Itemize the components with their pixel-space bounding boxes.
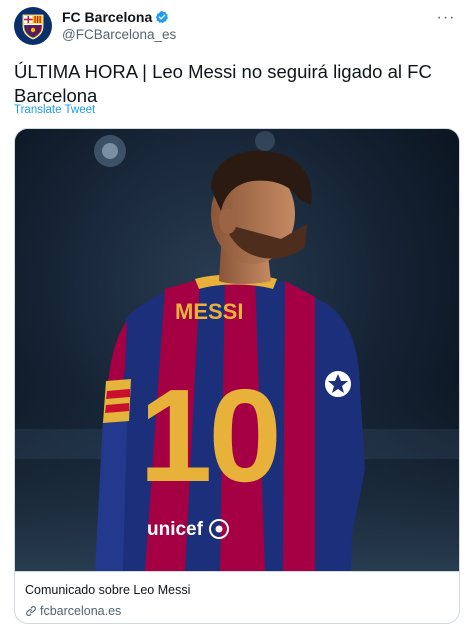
tweet-text: ÚLTIMA HORA | Leo Messi no seguirá ligad…	[14, 61, 432, 106]
card-footer[interactable]: Comunicado sobre Leo Messi fcbarcelona.e…	[15, 571, 459, 623]
jersey-sponsor: unicef	[147, 519, 204, 540]
tweet-header: FC Barcelona @FCBarcelona_es ···	[14, 6, 460, 46]
author-names: FC Barcelona @FCBarcelona_es	[62, 8, 176, 44]
avatar[interactable]	[14, 7, 52, 45]
link-card[interactable]: MESSI 10 unicef Comunicado sobre Leo Mes…	[14, 128, 460, 624]
translate-tweet-link[interactable]: Translate Tweet	[14, 104, 95, 116]
verified-badge-icon	[156, 10, 169, 24]
display-name[interactable]: FC Barcelona	[62, 8, 152, 26]
card-image[interactable]: MESSI 10 unicef	[15, 129, 459, 571]
player-photo: MESSI 10 unicef	[15, 129, 459, 571]
jersey-name: MESSI	[175, 299, 243, 324]
jersey-number: 10	[139, 362, 278, 509]
link-icon	[26, 606, 36, 616]
card-domain: fcbarcelona.es	[25, 603, 451, 619]
fc-barcelona-crest-icon	[22, 14, 44, 40]
more-options-button[interactable]: ···	[432, 8, 460, 28]
card-title: Comunicado sobre Leo Messi	[25, 583, 191, 597]
display-name-row: FC Barcelona	[62, 8, 176, 26]
tweet: FC Barcelona @FCBarcelona_es ··· ÚLTIMA …	[0, 0, 474, 625]
card-domain-text: fcbarcelona.es	[40, 604, 122, 618]
handle[interactable]: @FCBarcelona_es	[62, 26, 176, 44]
